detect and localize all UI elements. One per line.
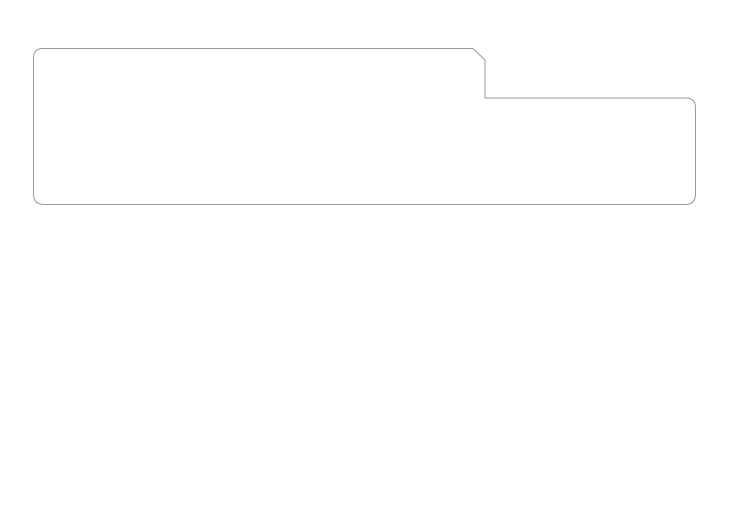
outline-path [34, 49, 696, 205]
outline-shape [33, 48, 696, 205]
